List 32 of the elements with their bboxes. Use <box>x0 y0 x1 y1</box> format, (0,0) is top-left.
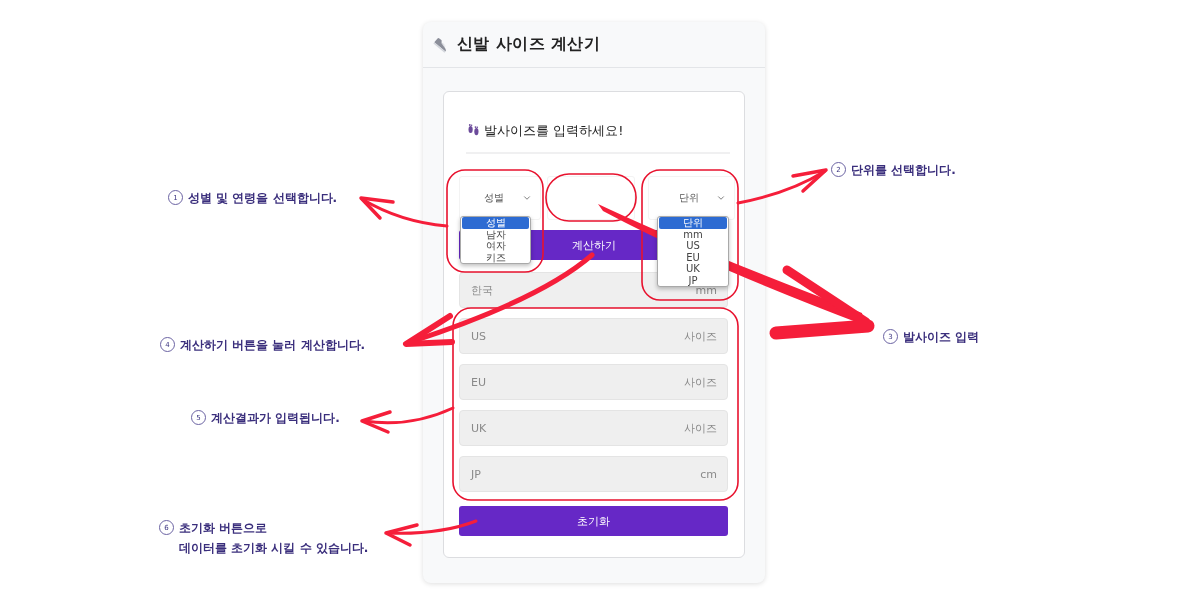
field-label: EU <box>471 375 486 389</box>
dropdown-option[interactable]: UK <box>659 263 727 275</box>
step-label: 단위를 선택합니다. <box>851 162 956 179</box>
footprints-icon <box>468 124 479 136</box>
step-label: 성별 및 연령을 선택합니다. <box>188 190 338 207</box>
form-heading: 발사이즈를 입력하세요! <box>484 121 624 140</box>
step-label: 계산하기 버튼을 눌러 계산합니다. <box>180 337 366 354</box>
unit-label: mm <box>695 283 717 297</box>
dropdown-option[interactable]: 키즈 <box>462 251 529 263</box>
dropdown-option[interactable]: mm <box>659 228 727 240</box>
dropdown-option[interactable]: 여자 <box>462 240 529 252</box>
dropdown-option[interactable]: 단위 <box>659 217 727 229</box>
dropdown-option[interactable]: 남자 <box>462 228 529 240</box>
chevron-down-icon <box>716 193 726 203</box>
dropdown-option[interactable]: US <box>659 240 727 252</box>
step-label: 계산결과가 입력됩니다. <box>211 410 340 427</box>
dropdown-option[interactable]: 성별 <box>462 217 529 229</box>
step-label: 발사이즈 입력 <box>903 329 980 346</box>
field-label: UK <box>471 421 487 435</box>
app-title: 신발 사이즈 계산기 <box>457 34 601 55</box>
unit-label: 사이즈 <box>684 328 717 344</box>
unit-label: 사이즈 <box>684 420 717 436</box>
chevron-down-icon <box>522 193 532 203</box>
unit-label: cm <box>700 467 717 481</box>
reset-button[interactable]: 초기화 <box>459 506 728 536</box>
field-label: JP <box>471 467 481 481</box>
field-label: US <box>471 329 487 343</box>
unit-label: 사이즈 <box>684 374 717 390</box>
step-label: 초기화 버튼으로 데이터를 초기화 시킬 수 있습니다. <box>179 520 369 557</box>
dropdown-option[interactable]: JP <box>659 274 727 286</box>
dropdown-option[interactable]: EU <box>659 251 727 263</box>
field-label: 한국 <box>471 282 493 298</box>
